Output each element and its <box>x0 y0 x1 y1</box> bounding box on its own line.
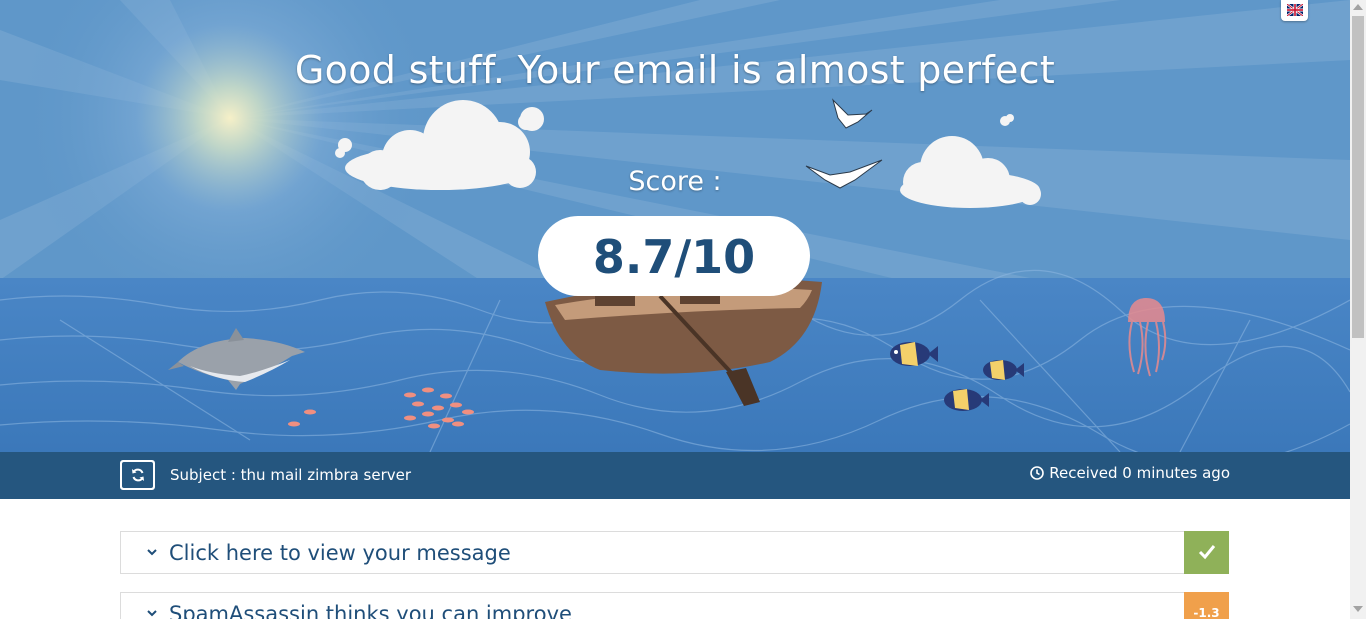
result-headline: Good stuff. Your email is almost perfect <box>294 48 1056 92</box>
uk-flag-icon <box>1287 4 1303 16</box>
received-time: Received 0 minutes ago <box>1030 464 1230 482</box>
score-label: Score : <box>628 166 722 197</box>
chevron-down-icon <box>147 610 157 617</box>
score-value: 8.7/10 <box>538 216 810 296</box>
page: Good stuff. Your email is almost perfect… <box>0 0 1350 619</box>
scroll-up-arrow[interactable] <box>1353 4 1363 10</box>
score-badge: -1.3 <box>1184 592 1229 619</box>
hero-scene: Good stuff. Your email is almost perfect… <box>0 0 1350 452</box>
refresh-button[interactable] <box>120 460 155 490</box>
refresh-icon <box>132 468 144 482</box>
chevron-down-icon <box>147 549 157 556</box>
panel-title: SpamAssassin thinks you can improve <box>169 602 572 619</box>
pass-badge <box>1184 531 1229 574</box>
view-message-panel[interactable]: Click here to view your message <box>120 531 1229 574</box>
clock-icon <box>1030 466 1045 480</box>
scroll-down-arrow[interactable] <box>1353 606 1363 612</box>
vertical-scrollbar[interactable] <box>1350 0 1366 619</box>
info-bar: Subject : thu mail zimbra server Receive… <box>0 452 1350 499</box>
panel-title: Click here to view your message <box>169 541 511 565</box>
spamassassin-panel[interactable]: SpamAssassin thinks you can improve -1.3 <box>120 592 1229 619</box>
email-subject: Subject : thu mail zimbra server <box>170 466 412 484</box>
received-text: Received 0 minutes ago <box>1049 464 1230 482</box>
language-switcher[interactable] <box>1281 0 1308 21</box>
check-icon <box>1198 545 1215 560</box>
scroll-thumb[interactable] <box>1352 16 1364 338</box>
